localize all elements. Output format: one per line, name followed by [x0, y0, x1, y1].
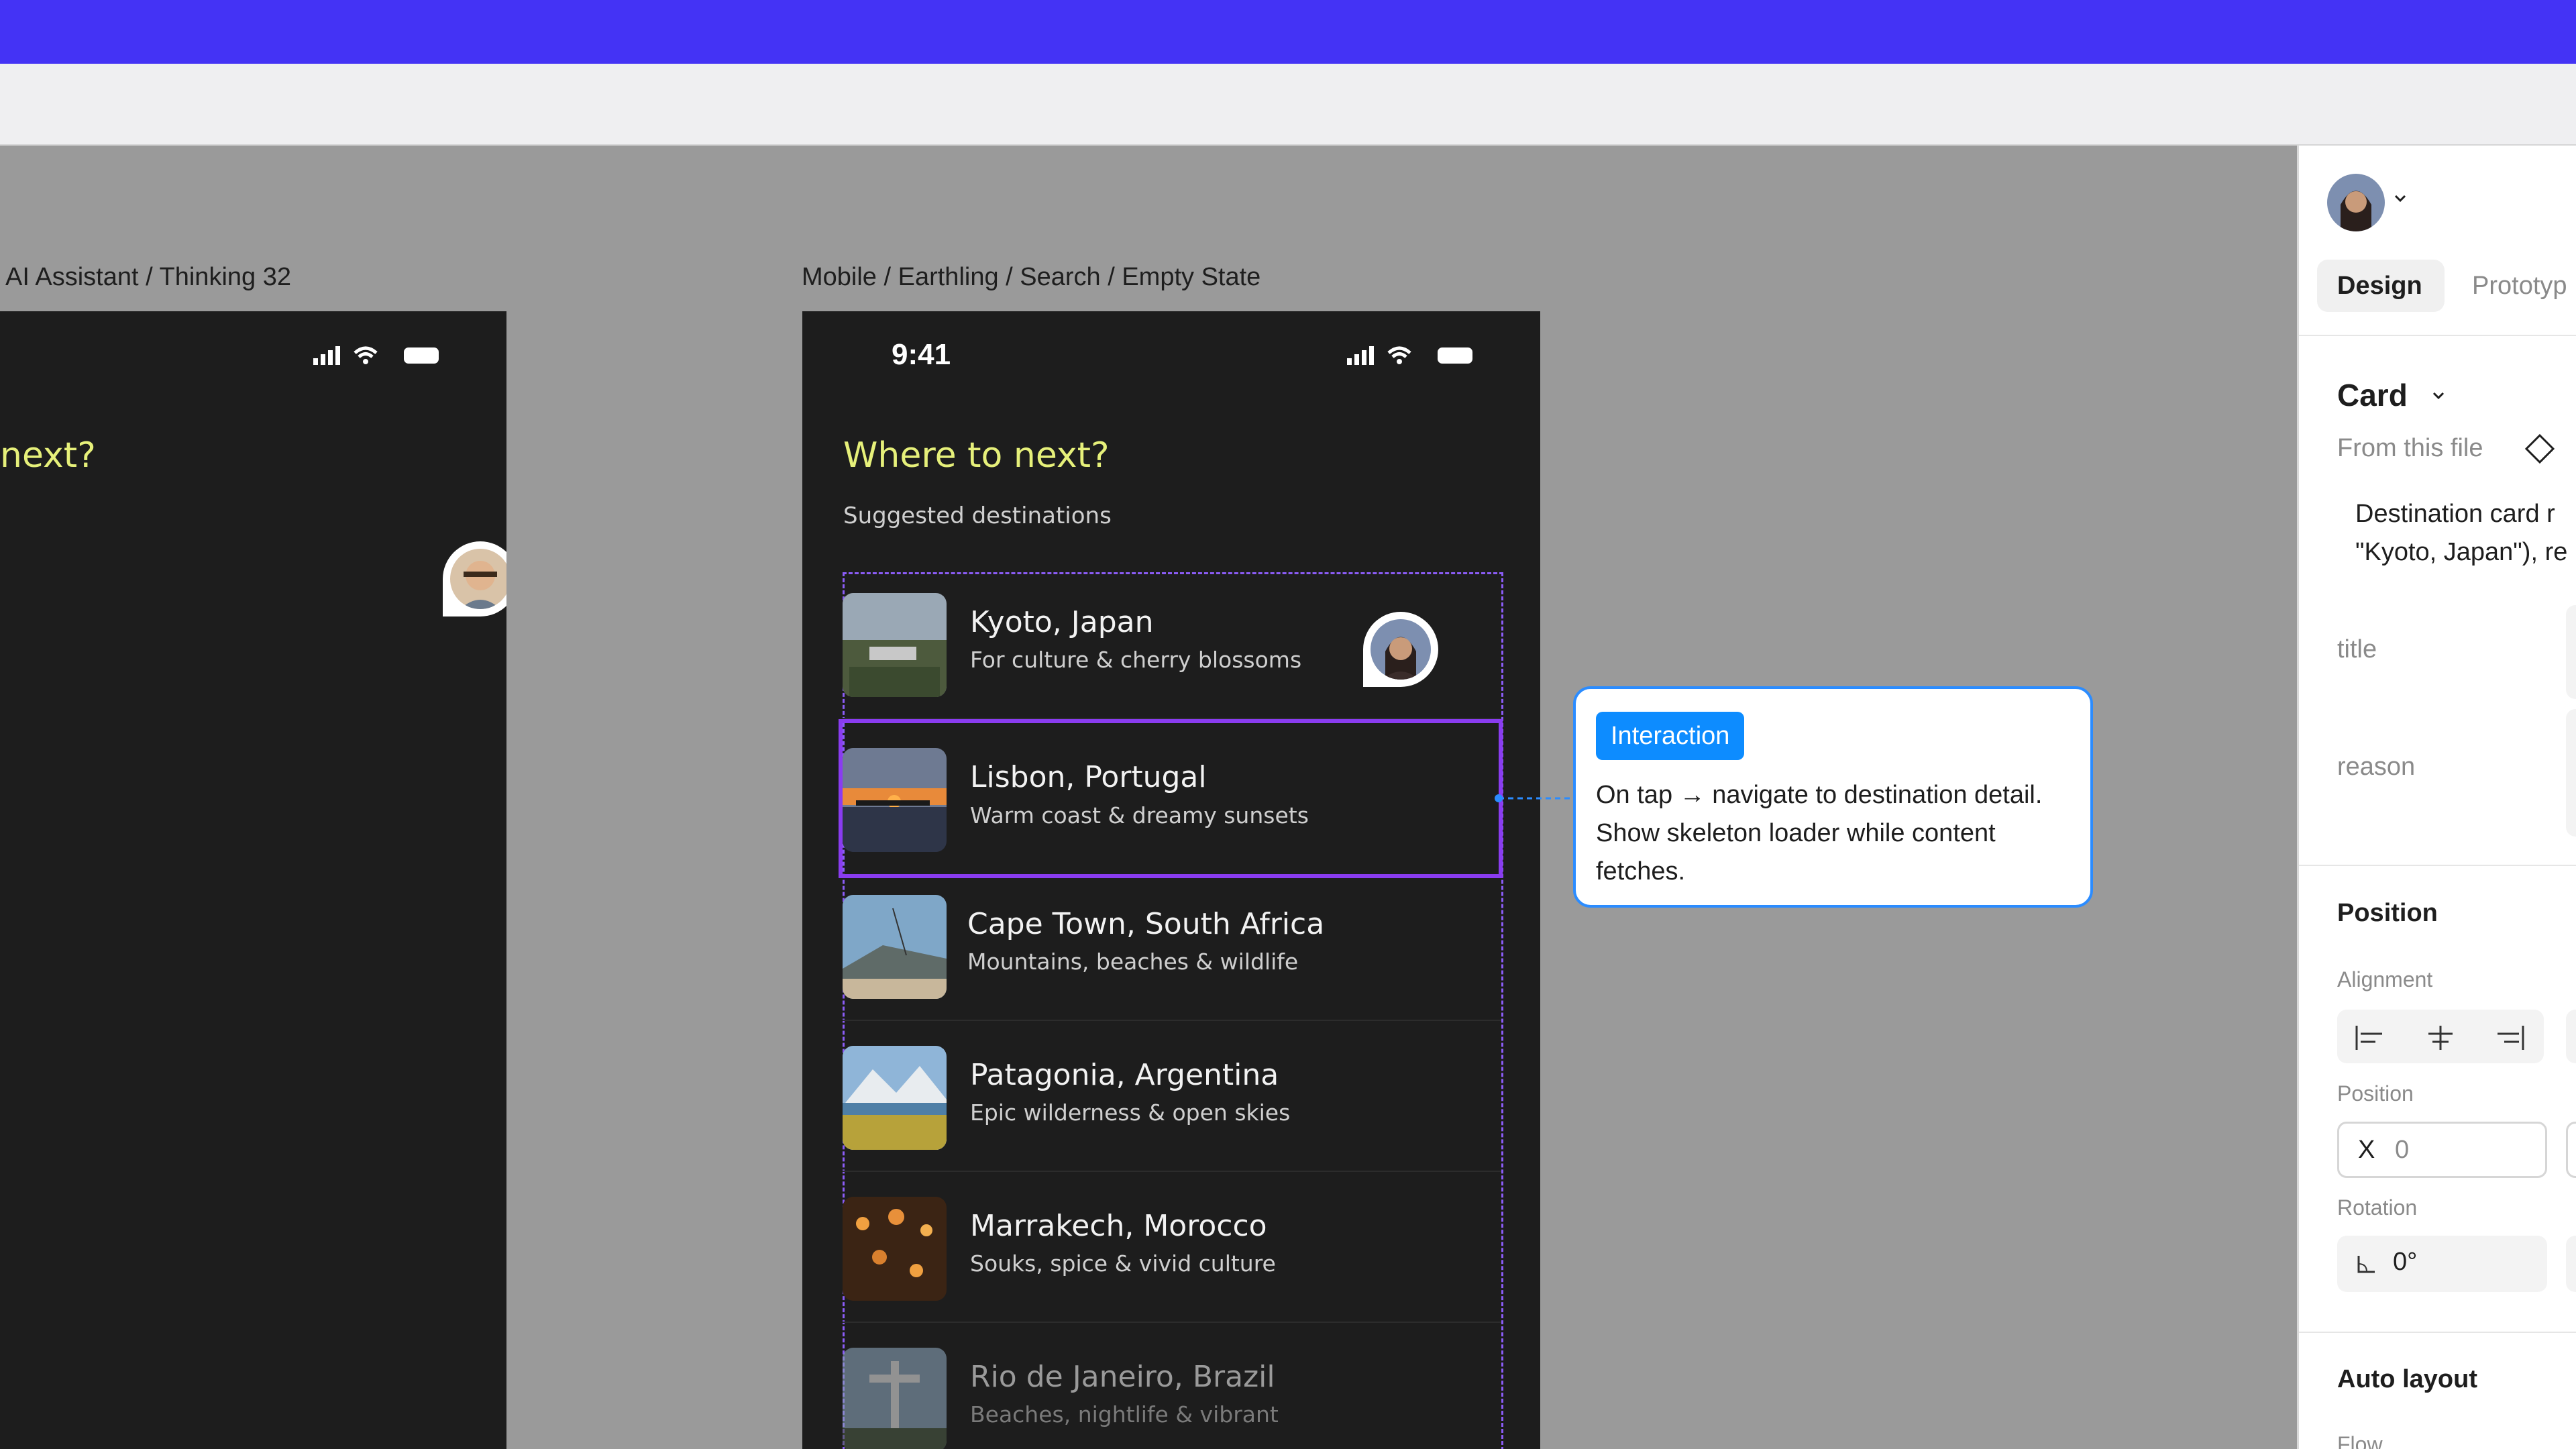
align-right-icon[interactable]: [2493, 1024, 2526, 1055]
interaction-note[interactable]: Interaction On tap → navigate to destina…: [1573, 686, 2093, 908]
rotation-label: Rotation: [2337, 1195, 2418, 1220]
divider: [2299, 865, 2576, 866]
destination-title: Cape Town, South Africa: [967, 907, 1325, 941]
user-avatar[interactable]: [2327, 174, 2385, 231]
destination-card-lisbon[interactable]: Lisbon, Portugal Warm coast & dreamy sun…: [839, 719, 1503, 878]
prop-reason-field[interactable]: [2566, 709, 2576, 837]
destination-subtitle: Warm coast & dreamy sunsets: [970, 802, 1309, 828]
destination-thumbnail: [843, 593, 947, 697]
rotation-field[interactable]: 0°: [2337, 1236, 2547, 1292]
align-center-icon[interactable]: [2424, 1024, 2457, 1055]
destination-title: Kyoto, Japan: [970, 605, 1154, 639]
x-label: X: [2358, 1136, 2375, 1164]
divider: [2299, 335, 2576, 336]
position-section-title: Position: [2337, 899, 2438, 927]
destination-thumbnail: [843, 895, 947, 999]
prop-title-field[interactable]: [2566, 605, 2576, 699]
tab-design[interactable]: Design: [2337, 272, 2422, 301]
destination-subtitle: For culture & cherry blossoms: [970, 647, 1302, 673]
destination-card-kyoto[interactable]: Kyoto, Japan For culture & cherry blosso…: [843, 568, 1501, 719]
toolbar: [0, 64, 2576, 146]
collaborator-avatar: [443, 541, 506, 616]
alignment-label: Alignment: [2337, 967, 2433, 991]
destination-thumbnail: [843, 748, 947, 852]
frame-label-ai-assistant[interactable]: AI Assistant / Thinking 32: [5, 263, 291, 292]
alignment-group: [2337, 1010, 2544, 1063]
component-description-line-1: Destination card r: [2355, 500, 2555, 528]
align-left-icon[interactable]: [2354, 1024, 2386, 1055]
component-name[interactable]: Card: [2337, 377, 2408, 413]
destination-subtitle: Souks, spice & vivid culture: [970, 1250, 1276, 1277]
component-diamond-icon[interactable]: [2524, 433, 2556, 468]
position-label: Position: [2337, 1081, 2414, 1106]
destination-title: Rio de Janeiro, Brazil: [970, 1360, 1275, 1394]
divider: [2299, 1332, 2576, 1333]
chevron-down-icon[interactable]: [2393, 191, 2408, 209]
auto-layout-title: Auto layout: [2337, 1365, 2477, 1393]
frame-ai-assistant[interactable]: next?: [0, 311, 506, 1449]
app-top-bar: [0, 0, 2576, 64]
alignment-group-more[interactable]: [2566, 1010, 2576, 1063]
destination-title: Patagonia, Argentina: [970, 1058, 1279, 1092]
frame-heading: next?: [0, 435, 96, 476]
component-source: From this file: [2337, 434, 2483, 462]
frame-label-search[interactable]: Mobile / Earthling / Search / Empty Stat…: [802, 263, 1260, 292]
flow-label: Flow: [2337, 1432, 2383, 1449]
chevron-down-icon[interactable]: [2431, 388, 2446, 407]
properties-panel: Design Prototyp Card From this file Dest…: [2297, 146, 2576, 1449]
position-y-field[interactable]: [2566, 1122, 2576, 1178]
status-time: 9:41: [892, 338, 951, 371]
destination-title: Lisbon, Portugal: [970, 760, 1207, 794]
prop-reason-label: reason: [2337, 753, 2416, 781]
prop-title-label: title: [2337, 635, 2377, 663]
destination-thumbnail: [843, 1046, 947, 1150]
destination-subtitle: Beaches, nightlife & vibrant: [970, 1401, 1279, 1428]
rotation-value: 0°: [2393, 1248, 2418, 1276]
destination-thumbnail: [843, 1348, 947, 1449]
interaction-connector: [1495, 794, 1574, 802]
destination-card-rio[interactable]: Rio de Janeiro, Brazil Beaches, nightlif…: [843, 1323, 1501, 1449]
design-canvas[interactable]: AI Assistant / Thinking 32 next? Mobile …: [0, 146, 2297, 1449]
note-text: On tap → navigate to destination detail.…: [1596, 781, 2043, 885]
destination-card-patagonia[interactable]: Patagonia, Argentina Epic wilderness & o…: [843, 1021, 1501, 1172]
x-value: 0: [2395, 1136, 2410, 1164]
destination-subtitle: Mountains, beaches & wildlife: [967, 949, 1299, 975]
component-description-line-2: "Kyoto, Japan"), re: [2355, 538, 2568, 566]
page-subtitle: Suggested destinations: [843, 502, 1112, 529]
destination-thumbnail: [843, 1197, 947, 1301]
destination-title: Marrakech, Morocco: [970, 1209, 1267, 1243]
destination-card-marrakech[interactable]: Marrakech, Morocco Souks, spice & vivid …: [843, 1172, 1501, 1323]
note-tag: Interaction: [1596, 712, 1745, 760]
position-x-field[interactable]: X 0: [2337, 1122, 2547, 1178]
angle-icon: [2356, 1254, 2376, 1278]
destination-card-cape-town[interactable]: Cape Town, South Africa Mountains, beach…: [843, 870, 1501, 1021]
status-icons: [1347, 343, 1474, 370]
rotation-more-field[interactable]: [2566, 1236, 2576, 1292]
status-icons: [313, 343, 441, 370]
page-title: Where to next?: [843, 435, 1110, 476]
tab-prototype[interactable]: Prototyp: [2472, 272, 2567, 301]
destination-subtitle: Epic wilderness & open skies: [970, 1099, 1291, 1126]
avatar: [450, 549, 506, 609]
